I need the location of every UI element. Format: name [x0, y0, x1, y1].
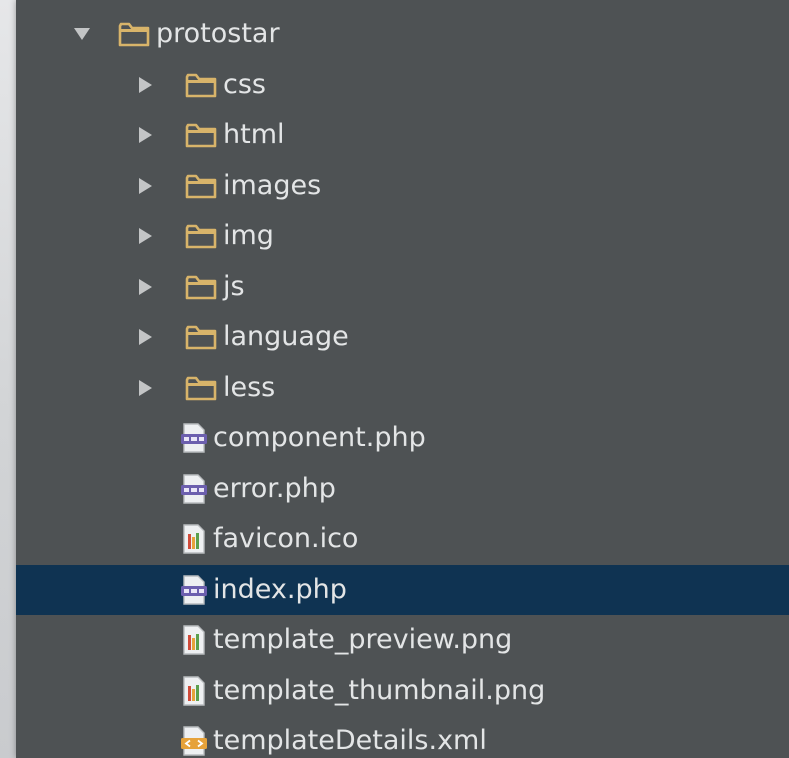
folder-icon — [185, 324, 223, 350]
expand-arrow-right-icon[interactable] — [139, 127, 152, 143]
folder-icon — [185, 223, 223, 249]
tree-folder-row[interactable]: protostar — [16, 9, 789, 59]
folder-icon — [185, 173, 223, 199]
expand-arrow-right-icon[interactable] — [139, 329, 152, 345]
folder-icon — [185, 72, 223, 98]
tree-file-row[interactable]: favicon.ico — [16, 514, 789, 564]
tree-item-label: index.php — [213, 573, 347, 605]
image-file-icon — [181, 675, 213, 706]
project-file-tree[interactable]: protostar css html images img js language less c… — [16, 0, 789, 758]
tree-file-row[interactable]: error.php — [16, 464, 789, 514]
tree-folder-row[interactable]: js — [16, 262, 789, 312]
tree-item-label: img — [223, 220, 274, 251]
expand-arrow-right-icon[interactable] — [139, 228, 152, 244]
tree-item-label: html — [223, 119, 285, 150]
tree-file-row[interactable]: index.php — [16, 564, 789, 615]
tree-file-row[interactable]: template_thumbnail.png — [16, 666, 789, 716]
tree-item-label: protostar — [156, 18, 280, 49]
folder-icon — [185, 375, 223, 401]
tree-item-label: component.php — [213, 422, 426, 453]
folder-icon — [185, 122, 223, 148]
tree-file-row[interactable]: templateDetails.xml — [16, 716, 789, 758]
tree-file-row[interactable]: template_preview.png — [16, 615, 789, 665]
php-file-icon — [181, 423, 213, 453]
expand-arrow-down-icon[interactable] — [74, 28, 90, 40]
tree-item-label: favicon.ico — [213, 523, 359, 554]
tree-folder-row[interactable]: images — [16, 161, 789, 211]
expand-arrow-right-icon[interactable] — [139, 76, 152, 93]
folder-icon — [118, 21, 156, 47]
tree-item-label: js — [223, 270, 245, 302]
expand-arrow-right-icon[interactable] — [139, 278, 152, 295]
expand-arrow-right-icon[interactable] — [139, 177, 152, 194]
tree-item-label: less — [223, 371, 276, 403]
tree-item-label: template_preview.png — [213, 624, 513, 655]
php-file-icon — [181, 574, 213, 605]
tree-folder-row[interactable]: img — [16, 211, 789, 261]
tree-folder-row[interactable]: language — [16, 312, 789, 362]
tree-folder-row[interactable]: less — [16, 363, 789, 413]
tree-item-label: template_thumbnail.png — [213, 674, 546, 706]
image-file-icon — [181, 625, 213, 655]
tree-item-label: language — [223, 321, 349, 352]
tree-item-label: css — [223, 68, 266, 100]
tree-file-row[interactable]: component.php — [16, 413, 789, 463]
tree-item-label: templateDetails.xml — [213, 725, 487, 756]
tree-item-label: images — [223, 169, 322, 201]
tree-item-label: error.php — [213, 472, 336, 504]
folder-icon — [185, 274, 223, 300]
xml-file-icon — [181, 726, 213, 756]
tree-folder-row[interactable]: css — [16, 60, 789, 110]
php-file-icon — [181, 473, 213, 504]
expand-arrow-right-icon[interactable] — [139, 379, 152, 396]
image-file-icon — [181, 524, 213, 554]
tree-folder-row[interactable]: html — [16, 110, 789, 160]
